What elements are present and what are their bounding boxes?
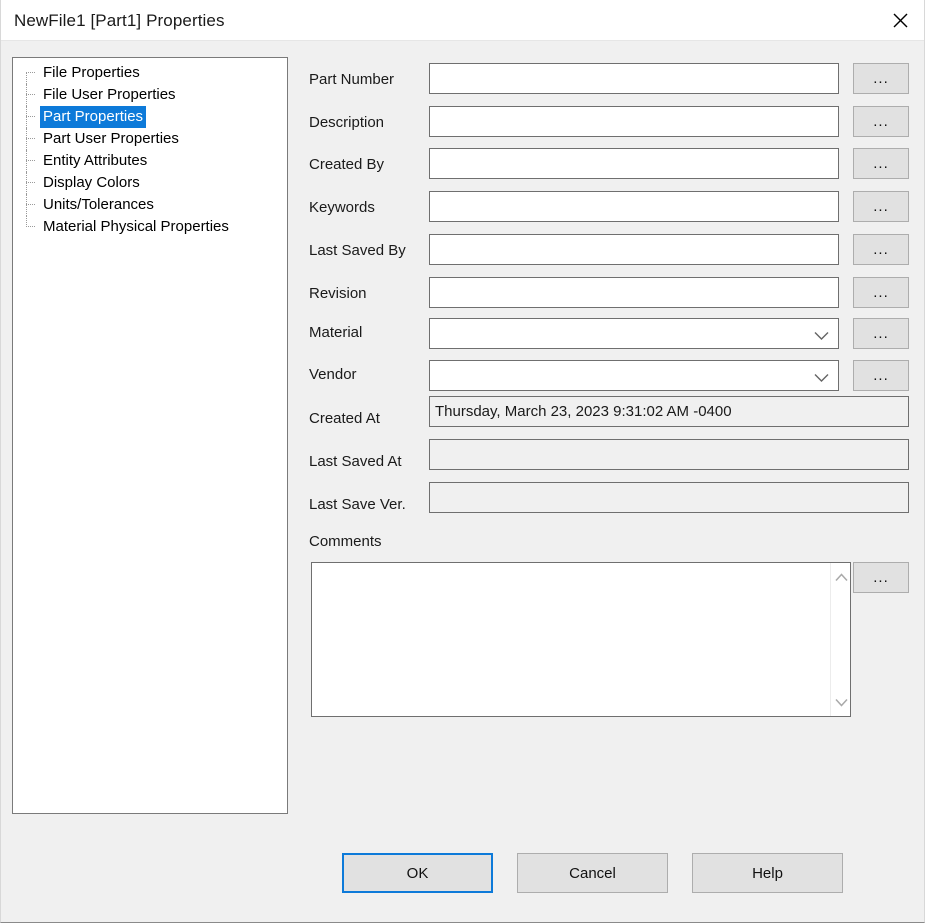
tree-connector-dash (26, 226, 35, 228)
tree-item-file-properties[interactable]: File Properties (13, 62, 287, 84)
help-button[interactable]: Help (692, 853, 843, 893)
tree-item-part-user-properties[interactable]: Part User Properties (13, 128, 287, 150)
tree-connector-dash (26, 182, 35, 184)
tree-item-file-user-properties[interactable]: File User Properties (13, 84, 287, 106)
scroll-down-icon[interactable] (831, 692, 851, 712)
category-tree-list: File Properties File User Properties Par… (13, 58, 287, 238)
created-at-label: Created At (309, 410, 380, 427)
tree-connector-dash (26, 94, 35, 96)
created-by-label: Created By (309, 156, 385, 173)
tree-connector-dash (26, 72, 35, 74)
material-label: Material (309, 324, 363, 341)
properties-dialog: NewFile1 [Part1] Properties File Propert… (0, 0, 925, 923)
close-icon[interactable] (876, 0, 924, 40)
tree-item-label: Part Properties (40, 106, 147, 128)
chevron-down-icon (814, 328, 829, 345)
category-tree[interactable]: File Properties File User Properties Par… (12, 57, 288, 814)
comments-scrollbar[interactable] (830, 563, 850, 716)
tree-item-units-tolerances[interactable]: Units/Tolerances (13, 194, 287, 216)
tree-item-label: Display Colors (43, 174, 140, 191)
tree-item-label: File Properties (43, 64, 140, 81)
last-saved-by-input[interactable] (429, 234, 839, 265)
part-number-browse-button[interactable]: ... (853, 63, 909, 94)
description-input[interactable] (429, 106, 839, 137)
ok-button[interactable]: OK (342, 853, 493, 893)
last-saved-by-label: Last Saved By (309, 242, 406, 259)
window-title: NewFile1 [Part1] Properties (14, 11, 225, 30)
chevron-down-icon (814, 370, 829, 387)
description-label: Description (309, 114, 385, 131)
keywords-input[interactable] (429, 191, 839, 222)
vendor-combobox[interactable] (429, 360, 839, 391)
tree-item-label: Entity Attributes (43, 152, 148, 169)
last-saved-at-value (429, 439, 909, 470)
part-number-label: Part Number (309, 71, 395, 88)
created-by-browse-button[interactable]: ... (853, 148, 909, 179)
revision-input[interactable] (429, 277, 839, 308)
material-browse-button[interactable]: ... (853, 318, 909, 349)
tree-connector-dash (26, 138, 35, 140)
description-browse-button[interactable]: ... (853, 106, 909, 137)
tree-item-label: Material Physical Properties (43, 218, 229, 235)
tree-connector-dash (26, 160, 35, 162)
revision-label: Revision (309, 285, 367, 302)
last-saved-by-browse-button[interactable]: ... (853, 234, 909, 265)
tree-item-part-properties[interactable]: Part Properties (13, 106, 287, 128)
part-number-input[interactable] (429, 63, 839, 94)
keywords-label: Keywords (309, 199, 375, 216)
vendor-label: Vendor (309, 366, 357, 383)
titlebar: NewFile1 [Part1] Properties (1, 0, 924, 41)
created-by-input[interactable] (429, 148, 839, 179)
tree-item-display-colors[interactable]: Display Colors (13, 172, 287, 194)
tree-item-label: File User Properties (43, 86, 176, 103)
last-saved-at-label: Last Saved At (309, 453, 402, 470)
keywords-browse-button[interactable]: ... (853, 191, 909, 222)
last-save-ver-value (429, 482, 909, 513)
tree-item-entity-attributes[interactable]: Entity Attributes (13, 150, 287, 172)
tree-connector-dash (26, 204, 35, 206)
comments-label: Comments (309, 533, 382, 550)
tree-item-material-physical-properties[interactable]: Material Physical Properties (13, 216, 287, 238)
last-save-ver-label: Last Save Ver. (309, 496, 406, 513)
cancel-button[interactable]: Cancel (517, 853, 668, 893)
scroll-up-icon[interactable] (831, 567, 851, 587)
material-combobox[interactable] (429, 318, 839, 349)
revision-browse-button[interactable]: ... (853, 277, 909, 308)
tree-connector-dash (26, 116, 35, 118)
comments-field[interactable] (311, 562, 851, 717)
tree-item-label: Part User Properties (43, 130, 179, 147)
tree-item-label: Units/Tolerances (43, 196, 154, 213)
comments-browse-button[interactable]: ... (853, 562, 909, 593)
created-at-value (429, 396, 909, 427)
vendor-browse-button[interactable]: ... (853, 360, 909, 391)
comments-textarea[interactable] (312, 563, 830, 716)
